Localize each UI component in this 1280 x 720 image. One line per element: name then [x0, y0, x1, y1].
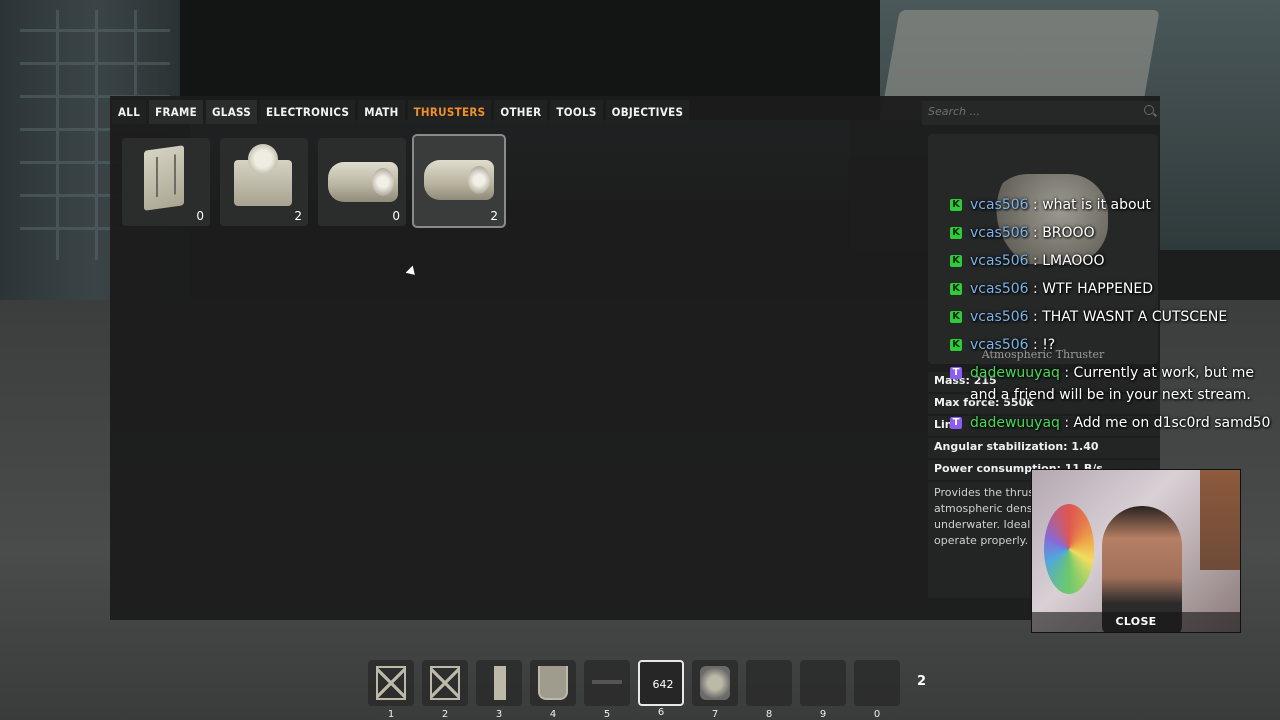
chat-username: vcas506 [970, 337, 1029, 353]
kick-badge-icon: K [950, 339, 962, 351]
item-grid: 0 2 0 2 [122, 134, 516, 228]
chat-message: T dadewuuyaq : Currently at work, but me… [946, 362, 1280, 406]
chat-username: vcas506 [970, 281, 1029, 297]
twitch-badge-icon: T [950, 367, 962, 379]
close-button[interactable]: CLOSE [1032, 612, 1240, 632]
chat-text: : WTF HAPPENED [1033, 281, 1154, 297]
chat-username: dadewuuyaq [970, 415, 1060, 431]
counter-display-icon: 642 [652, 678, 674, 691]
chat-message: K vcas506 : THAT WASNT A CUTSCENE [946, 306, 1280, 328]
tab-thrusters[interactable]: THRUSTERS [407, 100, 492, 124]
chat-message: K vcas506 : !? [946, 334, 1280, 356]
kick-badge-icon: K [950, 283, 962, 295]
hotbar-slot-number: 7 [711, 709, 719, 720]
frame-thruster-icon [144, 145, 184, 211]
search-placeholder: Search ... [928, 105, 981, 118]
frame-block-icon [376, 666, 406, 700]
frame-block-icon [430, 666, 460, 700]
item-count: 0 [392, 209, 400, 223]
hotbar-slot-0[interactable]: 0 [854, 660, 900, 720]
hotbar-slot-number: 1 [387, 709, 395, 720]
chat-username: vcas506 [970, 253, 1029, 269]
hotbar-slot-5[interactable]: 5 [584, 660, 630, 720]
webcam-overlay: CLOSE [1031, 469, 1241, 633]
item-slot-cylinder-thruster[interactable]: 0 [318, 138, 406, 226]
pillar-block-icon [494, 666, 506, 700]
chat-text: : LMAOOO [1033, 253, 1105, 269]
kick-badge-icon: K [950, 227, 962, 239]
tab-tools[interactable]: TOOLS [550, 100, 603, 124]
hotbar-slot-number: 6 [657, 707, 665, 718]
chat-message: T dadewuuyaq : Add me on d1sc0rd samd50 [946, 412, 1280, 434]
tab-electronics[interactable]: ELECTRONICS [260, 100, 356, 124]
tab-glass[interactable]: GLASS [206, 100, 257, 124]
chat-username: vcas506 [970, 197, 1029, 213]
chat-text: : !? [1033, 337, 1056, 353]
chat-username: vcas506 [970, 225, 1029, 241]
stat-angular-stabilization: Angular stabilization: 1.40 [928, 438, 1160, 458]
hotbar-slot-number: 4 [549, 709, 557, 720]
box-thruster-icon [234, 144, 292, 206]
chat-text: : Add me on d1sc0rd samd50 [1064, 415, 1271, 431]
search-icon [1144, 105, 1154, 115]
item-slot-box-thruster[interactable]: 2 [220, 138, 308, 226]
atmospheric-thruster-icon [424, 160, 494, 200]
hotbar-slot-8[interactable]: 8 [746, 660, 792, 720]
twitch-badge-icon: T [950, 417, 962, 429]
hotbar-slot-3[interactable]: 3 [476, 660, 522, 720]
hotbar-slot-9[interactable]: 9 [800, 660, 846, 720]
chat-message: K vcas506 : WTF HAPPENED [946, 278, 1280, 300]
hotbar-slot-number: 5 [603, 709, 611, 720]
chat-message: K vcas506 : BROOO [946, 222, 1280, 244]
tab-math[interactable]: MATH [358, 100, 405, 124]
hotbar-slot-1[interactable]: 1 [368, 660, 414, 720]
chat-username: vcas506 [970, 309, 1029, 325]
category-tabs: ALL FRAME GLASS ELECTRONICS MATH THRUSTE… [112, 100, 692, 124]
hotbar-slot-number: 2 [441, 709, 449, 720]
chat-text: : BROOO [1033, 225, 1095, 241]
item-slot-frame-thruster[interactable]: 0 [122, 138, 210, 226]
chat-message: K vcas506 : what is it about [946, 194, 1280, 216]
tab-objectives[interactable]: OBJECTIVES [605, 100, 690, 124]
robot-icon [700, 666, 730, 700]
search-input[interactable]: Search ... [922, 101, 1160, 125]
tab-other[interactable]: OTHER [494, 100, 548, 124]
chat-username: dadewuuyaq [970, 365, 1060, 381]
tab-all[interactable]: ALL [112, 100, 147, 124]
hotbar-slot-number: 9 [819, 709, 827, 720]
cylinder-thruster-icon [328, 162, 398, 202]
chat-message: K vcas506 : LMAOOO [946, 250, 1280, 272]
item-count: 0 [196, 209, 204, 223]
plate-icon [592, 680, 622, 684]
chat-text: : THAT WASNT A CUTSCENE [1033, 309, 1228, 325]
hotbar-slot-2[interactable]: 2 [422, 660, 468, 720]
hotbar-slot-number: 8 [765, 709, 773, 720]
hotbar-slot-number: 0 [873, 709, 881, 720]
item-count: 2 [294, 209, 302, 223]
hotbar: 1 2 3 4 5 642 6 7 8 9 0 [368, 660, 908, 720]
kick-badge-icon: K [950, 199, 962, 211]
kick-badge-icon: K [950, 255, 962, 267]
bookshelf [1200, 470, 1240, 570]
hotbar-slot-6[interactable]: 642 6 [638, 660, 684, 718]
item-count: 2 [490, 209, 498, 223]
hotbar-slot-number: 3 [495, 709, 503, 720]
hotbar-page-number: 2 [917, 674, 927, 689]
item-slot-atmospheric-thruster[interactable]: 2 [412, 134, 506, 228]
kick-badge-icon: K [950, 311, 962, 323]
color-wheel [1044, 504, 1094, 594]
hotbar-slot-7[interactable]: 7 [692, 660, 738, 720]
u-block-icon [538, 666, 568, 700]
hotbar-slot-4[interactable]: 4 [530, 660, 576, 720]
tab-frame[interactable]: FRAME [149, 100, 204, 124]
stream-chat: K vcas506 : what is it about K vcas506 :… [946, 194, 1280, 440]
chat-text: : what is it about [1033, 197, 1151, 213]
